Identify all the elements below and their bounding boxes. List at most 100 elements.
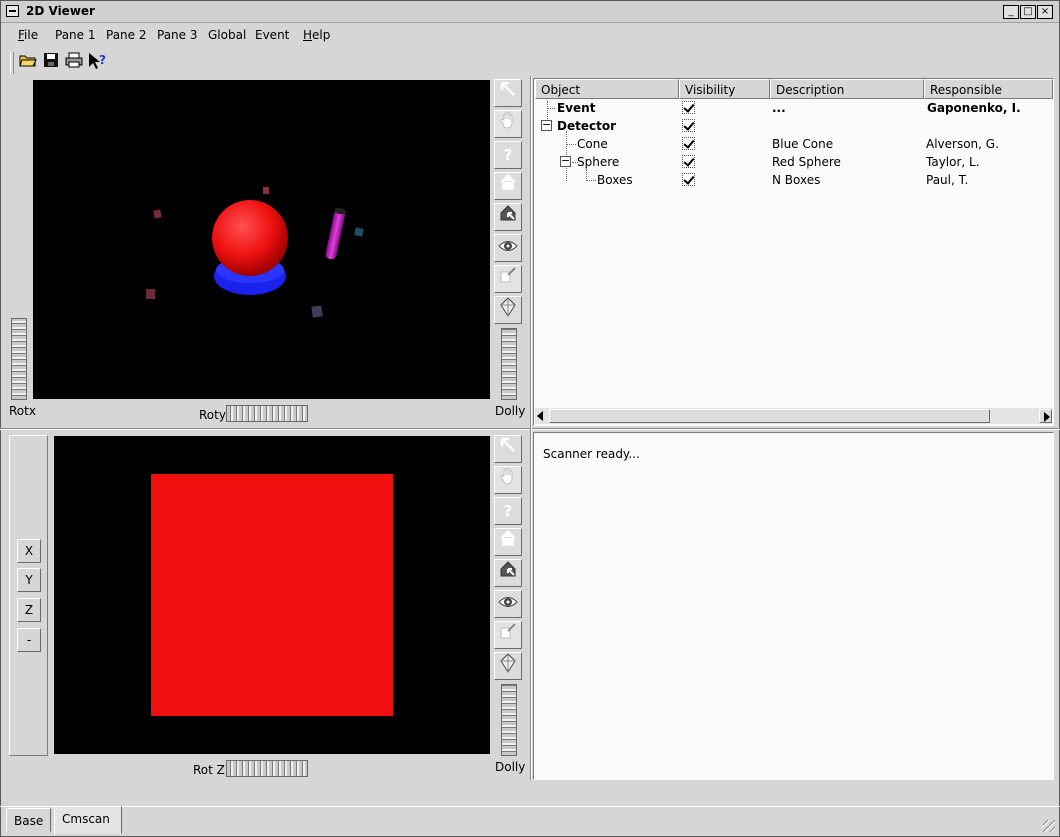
save-disk-icon[interactable] <box>41 52 61 72</box>
visibility-checkbox[interactable] <box>682 155 695 168</box>
responsible: Gaponenko, I. <box>927 101 1021 115</box>
responsible: Taylor, L. <box>926 155 980 169</box>
console-text: Scanner ready... <box>543 447 640 461</box>
tree-row-sphere[interactable]: − Sphere Red Sphere Taylor, L. <box>534 153 1053 171</box>
resize-grip[interactable] <box>1043 820 1055 832</box>
axis-x-button[interactable]: X <box>17 539 41 563</box>
rotz-label: Rot Z <box>193 763 225 777</box>
help-question-icon[interactable]: ? <box>494 497 522 525</box>
set-home-icon[interactable] <box>494 203 522 231</box>
minimize-button[interactable]: _ <box>1003 5 1019 19</box>
menu-event[interactable]: Event <box>255 28 289 42</box>
scroll-right-arrow-icon <box>1044 412 1050 422</box>
visibility-checkbox[interactable] <box>682 173 695 186</box>
menu-bar: File Pane 1 Pane 2 Pane 3 Global Event H… <box>1 24 1059 46</box>
menu-global[interactable]: Global <box>208 28 246 42</box>
svg-text:?: ? <box>99 53 106 67</box>
dolly-label: Dolly <box>495 760 526 774</box>
window-title: 2D Viewer <box>26 4 95 18</box>
tab-bar: Base Cmscan <box>0 806 1060 837</box>
axis-button-panel <box>9 435 48 756</box>
scanner-console[interactable]: Scanner ready... <box>533 432 1054 780</box>
tree-horizontal-scrollbar[interactable] <box>535 408 1052 424</box>
scrollbar-thumb[interactable] <box>549 409 990 423</box>
rotx-label: Rotx <box>9 404 36 418</box>
dolly-label: Dolly <box>495 404 526 418</box>
open-folder-icon[interactable] <box>18 52 38 72</box>
home-icon[interactable] <box>494 172 522 200</box>
object-name: Detector <box>557 119 616 133</box>
tree-row-boxes[interactable]: Boxes N Boxes Paul, T. <box>534 171 1053 189</box>
tab-cmscan[interactable]: Cmscan <box>54 806 122 834</box>
menu-file[interactable]: File <box>18 28 38 42</box>
dolly-thumbwheel[interactable] <box>501 684 517 756</box>
description: Blue Cone <box>772 137 834 151</box>
box <box>263 187 269 194</box>
axis-y-button[interactable]: Y <box>17 568 41 592</box>
left-horizontal-splitter[interactable] <box>0 428 530 430</box>
red-sphere <box>212 200 288 276</box>
box <box>354 227 364 237</box>
axis-reset-button[interactable]: - <box>17 628 41 652</box>
object-name: Boxes <box>597 173 633 187</box>
column-header-object[interactable]: Object <box>535 79 679 99</box>
box <box>153 209 162 219</box>
description: N Boxes <box>772 173 821 187</box>
menu-help[interactable]: Help <box>303 28 330 42</box>
scroll-left-arrow-icon[interactable] <box>537 411 543 421</box>
responsible: Alverson, G. <box>926 137 999 151</box>
column-header-visibility[interactable]: Visibility <box>679 79 770 99</box>
column-header-description[interactable]: Description <box>770 79 924 99</box>
projection-icon[interactable] <box>494 296 522 324</box>
object-name: Event <box>557 101 596 115</box>
visibility-checkbox[interactable] <box>682 119 695 132</box>
collapse-toggle[interactable]: − <box>560 155 571 167</box>
set-home-icon[interactable] <box>494 559 522 587</box>
hand-pan-icon[interactable] <box>494 466 522 494</box>
visibility-checkbox[interactable] <box>682 137 695 150</box>
view-all-eye-icon[interactable] <box>494 234 522 262</box>
hand-pan-icon[interactable] <box>494 110 522 138</box>
description: Red Sphere <box>772 155 841 169</box>
help-question-icon[interactable]: ? <box>494 141 522 169</box>
system-menu-button[interactable] <box>6 5 19 17</box>
close-button[interactable]: × <box>1037 5 1053 19</box>
seek-icon[interactable] <box>494 265 522 293</box>
arrow-select-icon[interactable] <box>494 435 522 463</box>
right-horizontal-splitter[interactable] <box>532 428 1060 430</box>
rotz-thumbwheel[interactable] <box>226 760 308 777</box>
tab-base[interactable]: Base <box>6 808 52 832</box>
tree-row-detector[interactable]: − Detector <box>534 117 1053 135</box>
description: ... <box>772 101 786 115</box>
object-tree-table: Object Visibility Description Responsibl… <box>533 78 1054 426</box>
home-icon[interactable] <box>494 528 522 556</box>
visibility-checkbox[interactable] <box>682 101 695 114</box>
projection-icon[interactable] <box>494 652 522 680</box>
seek-icon[interactable] <box>494 621 522 649</box>
scroll-right-button[interactable] <box>1039 409 1052 423</box>
axis-z-button[interactable]: Z <box>17 598 41 622</box>
menu-pane-1[interactable]: Pane 1 <box>55 28 96 42</box>
rotx-thumbwheel[interactable] <box>11 318 27 400</box>
roty-label: Roty <box>199 408 226 422</box>
tree-row-event[interactable]: Event ... Gaponenko, I. <box>534 99 1053 117</box>
object-name: Cone <box>577 137 608 151</box>
responsible: Paul, T. <box>926 173 969 187</box>
collapse-toggle[interactable]: − <box>541 119 552 131</box>
viewer-2d-canvas[interactable] <box>54 436 490 754</box>
dolly-thumbwheel[interactable] <box>501 328 517 400</box>
object-name: Sphere <box>577 155 620 169</box>
arrow-select-icon[interactable] <box>494 79 522 107</box>
viewer-3d-canvas[interactable] <box>33 80 490 399</box>
menu-pane-3[interactable]: Pane 3 <box>157 28 198 42</box>
column-header-responsible[interactable]: Responsible <box>924 79 1053 99</box>
tree-row-cone[interactable]: Cone Blue Cone Alverson, G. <box>534 135 1053 153</box>
print-icon[interactable] <box>64 52 84 72</box>
menu-pane-2[interactable]: Pane 2 <box>106 28 147 42</box>
toolbar: ? <box>8 50 112 76</box>
red-square <box>151 474 393 716</box>
roty-thumbwheel[interactable] <box>226 405 308 422</box>
view-all-eye-icon[interactable] <box>494 590 522 618</box>
whats-this-icon[interactable]: ? <box>87 52 107 72</box>
maximize-button[interactable]: □ <box>1020 5 1036 19</box>
